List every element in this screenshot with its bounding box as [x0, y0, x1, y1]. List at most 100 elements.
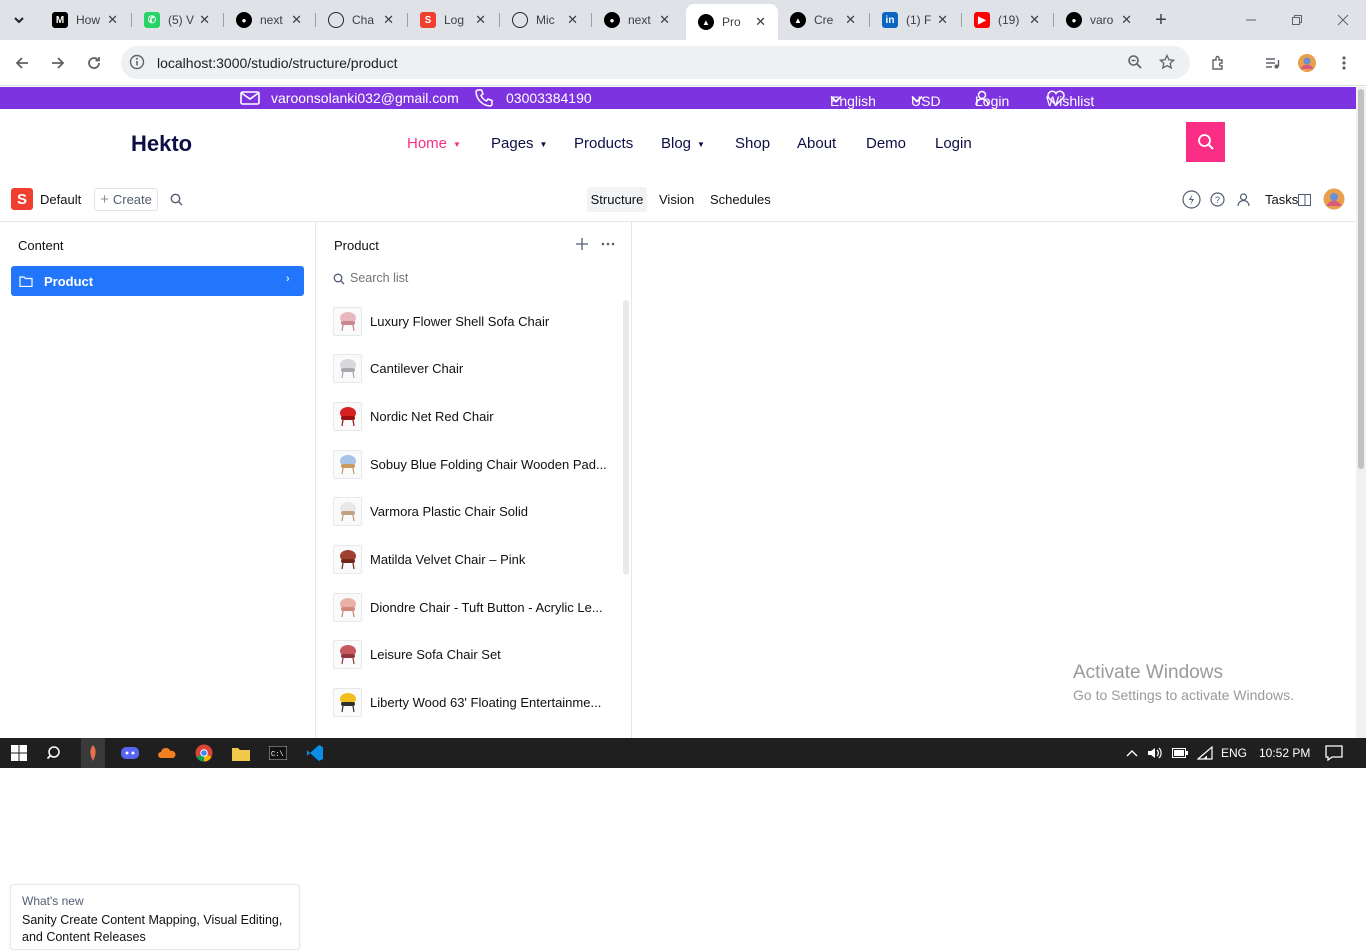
browser-tab[interactable]: S Log ✕ [408, 4, 498, 36]
browser-tab[interactable]: ● next ✕ [592, 4, 682, 36]
nav-pages[interactable]: Pages ▼ [491, 135, 547, 152]
search-list-input[interactable] [350, 268, 600, 288]
restore-icon[interactable] [1287, 10, 1307, 30]
url-text[interactable]: localhost:3000/studio/structure/product [157, 55, 397, 71]
more-menu-icon[interactable] [600, 237, 616, 256]
vscode-icon[interactable] [305, 743, 325, 763]
product-list-item[interactable]: Matilda Velvet Chair – Pink [333, 539, 623, 579]
minimize-icon[interactable] [1241, 10, 1261, 30]
product-list-item[interactable]: Varmora Plastic Chair Solid [333, 491, 623, 531]
clock[interactable]: 10:52 PM [1259, 746, 1310, 760]
browser-tab[interactable]: ● varo ✕ [1054, 4, 1144, 36]
tab-close-icon[interactable]: ✕ [937, 12, 948, 28]
tasks-button[interactable]: Tasks [1265, 192, 1298, 207]
list-scrollbar[interactable] [623, 300, 629, 575]
tab-close-icon[interactable]: ✕ [755, 14, 766, 30]
product-list-item[interactable]: Liberty Wood 63' Floating Entertainme... [333, 682, 623, 722]
tab-close-icon[interactable]: ✕ [567, 12, 578, 28]
browser-tab[interactable]: Mic ✕ [500, 4, 590, 36]
product-list-item[interactable]: Leisure Sofa Chair Set [333, 634, 623, 674]
site-info-icon[interactable] [127, 52, 147, 72]
nav-home[interactable]: Home ▼ [407, 135, 461, 152]
language-select[interactable]: English [830, 90, 876, 109]
tab-close-icon[interactable]: ✕ [1121, 12, 1132, 28]
login-link[interactable]: Login [975, 90, 1009, 109]
browser-tab[interactable]: Cha ✕ [316, 4, 406, 36]
tool-structure[interactable]: Structure [587, 187, 647, 212]
reload-icon[interactable] [84, 53, 104, 73]
browser-tab[interactable]: M How ✕ [40, 4, 130, 36]
notifications-icon[interactable] [1324, 743, 1344, 763]
back-icon[interactable] [12, 53, 32, 73]
tab-search-icon[interactable] [9, 10, 29, 30]
discord-icon[interactable] [120, 743, 140, 763]
extensions-icon[interactable] [1208, 53, 1228, 73]
address-bar[interactable]: localhost:3000/studio/structure/product [121, 46, 1190, 79]
chrome-icon[interactable] [194, 743, 214, 763]
tool-vision[interactable]: Vision [659, 192, 694, 207]
nav-login[interactable]: Login [935, 135, 972, 152]
currency-select[interactable]: USD [911, 90, 941, 109]
product-list-item[interactable]: Cantilever Chair [333, 348, 623, 388]
product-list-item[interactable]: Sobuy Blue Folding Chair Wooden Pad... [333, 444, 623, 484]
nav-shop[interactable]: Shop [735, 135, 770, 152]
browser-tab[interactable]: in (1) F ✕ [870, 4, 960, 36]
file-explorer-icon[interactable] [231, 743, 251, 763]
profile-avatar-icon[interactable] [1297, 53, 1317, 73]
browser-tab[interactable]: ▲ Pro ✕ [686, 4, 778, 40]
input-language[interactable]: ENG [1221, 746, 1247, 760]
browser-tab[interactable]: ✆ (5) V ✕ [132, 4, 222, 36]
tray-expand-icon[interactable] [1122, 743, 1142, 763]
site-search-button[interactable] [1186, 122, 1225, 162]
nav-about[interactable]: About [797, 135, 836, 152]
tab-close-icon[interactable]: ✕ [199, 12, 210, 28]
users-icon[interactable] [1236, 192, 1251, 212]
product-list-item[interactable]: Luxury Flower Shell Sofa Chair [333, 301, 623, 341]
media-control-icon[interactable] [1262, 53, 1282, 73]
taskbar-search-icon[interactable] [45, 743, 65, 763]
nav-products[interactable]: Products [574, 135, 633, 152]
forward-icon[interactable] [48, 53, 68, 73]
wishlist-link[interactable]: Wishlist [1046, 90, 1094, 109]
tab-close-icon[interactable]: ✕ [845, 12, 856, 28]
nav-demo[interactable]: Demo [866, 135, 906, 152]
product-list-item[interactable]: Nordic Net Red Chair [333, 396, 623, 436]
page-scrollbar-thumb[interactable] [1358, 89, 1364, 469]
tab-close-icon[interactable]: ✕ [475, 12, 486, 28]
zoom-icon[interactable] [1125, 52, 1145, 72]
brand-logo[interactable]: Hekto [131, 131, 192, 157]
new-tab-icon[interactable]: + [1151, 9, 1171, 31]
browser-tab[interactable]: ▲ Cre ✕ [778, 4, 868, 36]
workspace-name[interactable]: Default [40, 192, 81, 207]
volume-icon[interactable] [1145, 743, 1165, 763]
create-button[interactable]: + Create [94, 188, 158, 211]
panel-toggle-icon[interactable] [1298, 193, 1311, 211]
product-list-item[interactable]: Diondre Chair - Tuft Button - Acrylic Le… [333, 587, 623, 627]
presence-icon[interactable] [1182, 190, 1201, 214]
wifi-icon[interactable] [1195, 743, 1215, 763]
contact-email[interactable]: varoonsolanki032@gmail.com [271, 90, 459, 106]
window-close-icon[interactable] [1333, 10, 1353, 30]
tab-close-icon[interactable]: ✕ [291, 12, 302, 28]
sanity-logo-icon[interactable]: S [11, 188, 33, 210]
tab-close-icon[interactable]: ✕ [1029, 12, 1040, 28]
battery-icon[interactable] [1170, 743, 1190, 763]
tab-close-icon[interactable]: ✕ [383, 12, 394, 28]
terminal-icon[interactable]: C:\ [268, 743, 288, 763]
cloud-app-icon[interactable] [157, 743, 177, 763]
user-avatar[interactable] [1323, 188, 1345, 215]
help-icon[interactable]: ? [1210, 192, 1225, 212]
content-item-product[interactable]: Product › [11, 266, 304, 296]
tab-close-icon[interactable]: ✕ [107, 12, 118, 28]
studio-search-icon[interactable] [170, 193, 183, 211]
tab-close-icon[interactable]: ✕ [659, 12, 670, 28]
tool-schedules[interactable]: Schedules [710, 192, 771, 207]
browser-tab[interactable]: ▶ (19) ✕ [962, 4, 1052, 36]
windows-start-icon[interactable] [9, 743, 29, 763]
whats-new-card[interactable]: What's new Sanity Create Content Mapping… [10, 884, 300, 950]
bookmark-star-icon[interactable] [1157, 52, 1177, 72]
contact-phone[interactable]: 03003384190 [506, 90, 592, 106]
browser-tab[interactable]: ● next ✕ [224, 4, 314, 36]
taskbar-app-active-icon[interactable] [81, 738, 105, 768]
nav-blog[interactable]: Blog ▼ [661, 135, 705, 152]
